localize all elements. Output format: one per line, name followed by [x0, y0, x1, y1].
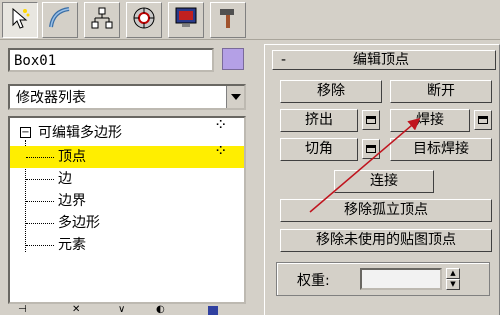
object-name-field[interactable]: Box01: [8, 48, 214, 72]
modifier-list-dropdown[interactable]: 修改器列表: [8, 84, 246, 110]
stack-item-label: 多边形: [58, 215, 100, 231]
rollout-title: 编辑顶点: [353, 52, 409, 68]
hierarchy-icon: [89, 5, 115, 35]
curve-icon: [47, 5, 73, 35]
pin-stack-icon[interactable]: ⊣: [18, 304, 27, 315]
hierarchy-tab[interactable]: [84, 2, 120, 38]
vertex-subobject-icon: ⁘: [214, 115, 229, 134]
annotation-arrow: [309, 118, 421, 213]
display-monitor-icon: [173, 5, 199, 35]
show-end-result-icon[interactable]: ✕: [72, 304, 80, 315]
weld-settings-button[interactable]: [474, 110, 492, 130]
make-unique-icon[interactable]: ∨: [118, 304, 125, 315]
dropdown-arrow-icon[interactable]: [226, 86, 244, 108]
select-cursor-icon: [7, 5, 33, 35]
stack-root-label: 可编辑多边形: [38, 125, 122, 141]
stack-item-label: 顶点: [58, 149, 86, 165]
configure-sets-icon[interactable]: [208, 306, 218, 315]
spinner-down-icon[interactable]: ▼: [446, 279, 460, 290]
hammer-utilities-icon: [215, 5, 241, 35]
rollout-header[interactable]: - 编辑顶点: [272, 50, 496, 70]
motion-wheel-icon: [131, 5, 157, 35]
stack-root[interactable]: − 可编辑多边形 ⁘: [10, 117, 244, 144]
tree-branch: [26, 245, 54, 246]
stack-item-label: 元素: [58, 237, 86, 253]
display-tab[interactable]: [168, 2, 204, 38]
stack-item-border[interactable]: 边界: [10, 190, 244, 212]
stack-item-element[interactable]: 元素: [10, 234, 244, 256]
utilities-tab[interactable]: [210, 2, 246, 38]
tree-branch: [26, 179, 54, 180]
modifier-list-value: 修改器列表: [16, 90, 86, 106]
collapse-icon: -: [281, 52, 287, 68]
stack-item-label: 边界: [58, 193, 86, 209]
stack-item-edge[interactable]: 边: [10, 168, 244, 190]
remove-modifier-icon[interactable]: ◐: [156, 304, 165, 315]
motion-tab[interactable]: [126, 2, 162, 38]
remove-button[interactable]: 移除: [280, 80, 382, 103]
tree-branch: [26, 223, 54, 224]
modifier-stack: − 可编辑多边形 ⁘ 顶点 ⁘ 边 边界 多边形 元素: [8, 116, 246, 304]
create-tab[interactable]: [2, 2, 38, 38]
command-panel-toolbar: [0, 0, 500, 40]
settings-dialog-icon: [478, 116, 488, 124]
object-color-swatch[interactable]: [222, 48, 244, 70]
stack-item-vertex[interactable]: 顶点 ⁘: [10, 141, 244, 168]
weight-label: 权重:: [297, 273, 330, 289]
tree-branch: [26, 201, 54, 202]
collapse-toggle-icon[interactable]: −: [20, 127, 31, 138]
break-button[interactable]: 断开: [390, 80, 492, 103]
weight-input[interactable]: [360, 268, 442, 290]
modify-tab[interactable]: [42, 2, 78, 38]
vertex-subobject-icon: ⁘: [214, 141, 228, 160]
weight-spinner[interactable]: ▲ ▼: [446, 268, 460, 290]
stack-toolbar: ⊣ ✕ ∨ ◐: [18, 304, 228, 315]
tree-branch: [26, 157, 54, 158]
stack-item-label: 边: [58, 171, 72, 187]
remove-unused-map-verts-button[interactable]: 移除未使用的贴图顶点: [280, 229, 492, 252]
spinner-up-icon[interactable]: ▲: [446, 268, 460, 279]
stack-item-polygon[interactable]: 多边形: [10, 212, 244, 234]
